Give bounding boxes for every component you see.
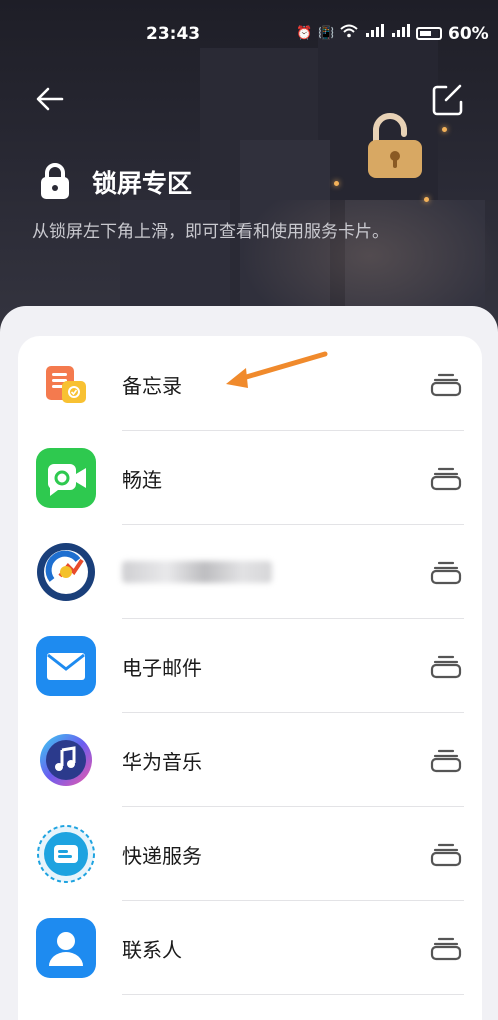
edit-button[interactable]: [430, 82, 466, 118]
list-item-label: 备忘录: [122, 374, 182, 398]
list-item-label: 快递服务: [122, 844, 202, 868]
status-icons: ⏰ 📳: [296, 24, 443, 42]
back-arrow-icon: [36, 87, 64, 111]
light-dot: [334, 181, 339, 186]
page-subtitle: 从锁屏左下角上滑，即可查看和使用服务卡片。: [32, 222, 389, 242]
list-item-label: 畅连: [122, 468, 162, 492]
list-item-label: 华为音乐: [122, 750, 202, 774]
back-button[interactable]: [32, 82, 68, 118]
padlock-illustration-icon: [366, 112, 424, 184]
alarm-icon: ⏰: [296, 25, 313, 41]
light-dot: [442, 127, 447, 132]
music-icon: [36, 730, 96, 790]
meetime-icon: [36, 448, 96, 508]
lock-icon: [40, 162, 70, 204]
edit-icon: [432, 84, 463, 116]
drag-handle-icon[interactable]: [430, 655, 462, 683]
vibrate-icon: 📳: [318, 25, 335, 41]
list-item-email[interactable]: 电子邮件: [18, 619, 482, 713]
light-dot: [424, 197, 429, 202]
battery-percent: 60%: [448, 24, 489, 44]
blurred-label: [122, 561, 272, 583]
list-item-contacts[interactable]: 联系人: [18, 901, 482, 995]
drag-handle-icon[interactable]: [430, 937, 462, 965]
drag-handle-icon[interactable]: [430, 373, 462, 401]
list-item-label: 联系人: [122, 938, 182, 962]
list-item-label: 电子邮件: [122, 656, 202, 680]
wifi-icon: [340, 24, 359, 42]
list-item-blurred-app[interactable]: [18, 525, 482, 619]
drag-handle-icon[interactable]: [430, 561, 462, 589]
contacts-icon: [36, 918, 96, 978]
divider: [122, 994, 464, 995]
signal-icon: [364, 24, 385, 42]
status-time: 23:43: [146, 24, 201, 44]
drag-handle-icon[interactable]: [430, 843, 462, 871]
status-bar: 23:43 ⏰ 📳 60%: [0, 22, 498, 50]
signal-icon: [390, 24, 411, 42]
battery-icon: [416, 26, 443, 40]
page-title: 锁屏专区: [92, 169, 193, 198]
memo-icon: [36, 354, 96, 414]
annotation-arrow-icon: [222, 348, 332, 396]
drag-handle-icon[interactable]: [430, 749, 462, 777]
express-icon: [36, 824, 96, 884]
app-icon-blurred: [36, 542, 96, 602]
email-icon: [36, 636, 96, 696]
list-item-music[interactable]: 华为音乐: [18, 713, 482, 807]
list-item-express[interactable]: 快递服务: [18, 807, 482, 901]
list-item-meetime[interactable]: 畅连: [18, 431, 482, 525]
drag-handle-icon[interactable]: [430, 467, 462, 495]
